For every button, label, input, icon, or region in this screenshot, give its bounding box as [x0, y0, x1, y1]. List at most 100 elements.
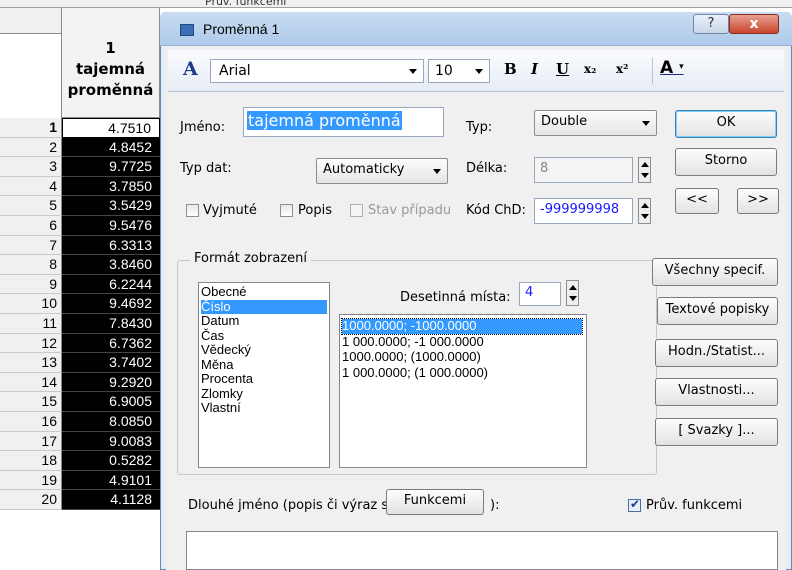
table-row[interactable]: 10 9.4692 — [0, 294, 160, 314]
font-name-select[interactable]: Arial — [210, 59, 424, 83]
table-row[interactable]: 9 6.2244 — [0, 274, 160, 295]
length-field[interactable]: 8 — [534, 157, 633, 183]
list-item[interactable]: Vědecký — [201, 342, 327, 358]
list-item[interactable]: 1 000.0000; -1 000.0000 — [342, 334, 582, 350]
prev-button[interactable]: << — [675, 188, 719, 214]
row-header[interactable]: 19 — [0, 470, 62, 491]
table-cell[interactable]: 9.5476 — [62, 216, 160, 236]
font-color-button[interactable]: A ▾ — [660, 58, 684, 78]
column-header[interactable]: 1 tajemná proměnná — [62, 8, 160, 118]
table-row[interactable]: 8 3.8460 — [0, 255, 160, 275]
help-button[interactable]: ? — [693, 14, 729, 34]
table-row[interactable]: 6 9.5476 — [0, 216, 160, 236]
table-cell[interactable]: 0.5282 — [62, 451, 160, 471]
all-specs-button[interactable]: Všechny specif. — [652, 258, 778, 286]
table-cell[interactable]: 3.5429 — [62, 196, 160, 216]
table-cell[interactable]: 8.0850 — [62, 412, 160, 432]
cancel-button[interactable]: Storno — [675, 148, 777, 176]
list-item[interactable]: Číslo — [201, 299, 327, 314]
row-header[interactable]: 15 — [0, 392, 62, 412]
table-cell[interactable]: 3.7850 — [62, 176, 160, 197]
row-header[interactable]: 8 — [0, 255, 62, 275]
table-row[interactable]: 20 4.1128 — [0, 490, 160, 510]
long-name-textarea[interactable] — [186, 531, 778, 570]
list-item[interactable]: Procenta — [201, 371, 327, 387]
table-row[interactable]: 12 6.7362 — [0, 333, 160, 354]
table-cell[interactable]: 6.7362 — [62, 333, 160, 354]
table-cell[interactable]: 6.3313 — [62, 235, 160, 256]
links-button[interactable]: [ Svazky ]... — [655, 418, 778, 446]
table-cell[interactable]: 9.0083 — [62, 431, 160, 452]
table-row[interactable]: 14 9.2920 — [0, 372, 160, 393]
table-cell[interactable]: 4.7510 — [62, 118, 160, 138]
ok-button[interactable]: OK — [675, 110, 777, 138]
row-header[interactable]: 16 — [0, 412, 62, 432]
row-header[interactable]: 12 — [0, 333, 62, 354]
subscript-button[interactable]: x₂ — [584, 62, 596, 76]
table-cell[interactable]: 9.2920 — [62, 372, 160, 393]
next-button[interactable]: >> — [737, 188, 779, 214]
table-row[interactable]: 19 4.9101 — [0, 470, 160, 491]
close-button[interactable]: x — [729, 14, 779, 34]
list-item[interactable]: Datum — [201, 313, 327, 329]
sheet-corner[interactable] — [0, 8, 62, 34]
table-row[interactable]: 16 8.0850 — [0, 412, 160, 432]
wizard-checkbox[interactable] — [628, 497, 641, 512]
list-item[interactable]: Zlomky — [201, 386, 327, 402]
table-cell[interactable]: 4.1128 — [62, 490, 160, 510]
table-row[interactable]: 2 4.8452 — [0, 137, 160, 158]
row-header[interactable]: 2 — [0, 137, 62, 158]
table-cell[interactable]: 9.7725 — [62, 157, 160, 177]
table-row[interactable]: 5 3.5429 — [0, 196, 160, 216]
table-row[interactable]: 7 6.3313 — [0, 235, 160, 256]
table-row[interactable]: 1 4.7510 — [0, 118, 160, 138]
excluded-checkbox[interactable] — [186, 204, 199, 217]
properties-button[interactable]: Vlastnosti... — [655, 378, 778, 406]
decimals-spinner[interactable] — [566, 280, 579, 306]
label-checkbox[interactable] — [280, 204, 293, 217]
row-header[interactable]: 11 — [0, 314, 62, 334]
table-cell[interactable]: 4.9101 — [62, 470, 160, 491]
table-row[interactable]: 13 3.7402 — [0, 353, 160, 373]
list-item[interactable]: Měna — [201, 357, 327, 373]
row-header[interactable]: 3 — [0, 157, 62, 177]
table-row[interactable]: 15 6.9005 — [0, 392, 160, 412]
table-cell[interactable]: 9.4692 — [62, 294, 160, 314]
type-select[interactable]: Double — [534, 110, 657, 136]
table-row[interactable]: 4 3.7850 — [0, 176, 160, 197]
functions-button[interactable]: Funkcemi — [386, 489, 484, 515]
table-cell[interactable]: 7.8430 — [62, 314, 160, 334]
format-category-list[interactable]: Obecné Číslo Datum Čas Vědecký Měna Procenta Zl… — [198, 282, 330, 468]
italic-button[interactable]: I — [531, 60, 538, 78]
table-cell[interactable]: 3.8460 — [62, 255, 160, 275]
table-row[interactable]: 17 9.0083 — [0, 431, 160, 452]
list-item[interactable]: 1 000.0000; (1 000.0000) — [342, 365, 582, 381]
row-header[interactable]: 17 — [0, 431, 62, 452]
list-item[interactable]: Obecné — [201, 284, 327, 300]
row-header[interactable]: 7 — [0, 235, 62, 256]
table-cell[interactable]: 6.9005 — [62, 392, 160, 412]
font-size-select[interactable]: 10 — [428, 59, 490, 83]
row-header[interactable]: 13 — [0, 353, 62, 373]
bold-button[interactable]: B — [504, 60, 517, 78]
text-labels-button[interactable]: Textové popisky — [657, 297, 778, 325]
superscript-button[interactable]: x² — [616, 62, 628, 76]
values-stats-button[interactable]: Hodn./Statist... — [655, 339, 778, 367]
list-item[interactable]: Vlastní — [201, 400, 327, 416]
format-list[interactable]: 1000.0000; -1000.0000 1 000.0000; -1 000.… — [339, 314, 587, 468]
row-header[interactable]: 4 — [0, 176, 62, 197]
list-item[interactable]: 1000.0000; -1000.0000 — [341, 318, 583, 335]
list-item[interactable]: 1000.0000; (1000.0000) — [342, 349, 582, 365]
row-header[interactable]: 14 — [0, 372, 62, 393]
md-code-field[interactable]: -999999998 — [534, 198, 633, 224]
table-cell[interactable]: 6.2244 — [62, 274, 160, 295]
table-row[interactable]: 11 7.8430 — [0, 314, 160, 334]
decimals-field[interactable]: 4 — [519, 282, 561, 306]
row-header[interactable]: 20 — [0, 490, 62, 510]
row-header[interactable]: 18 — [0, 451, 62, 471]
case-state-checkbox[interactable] — [350, 204, 363, 217]
row-header[interactable]: 6 — [0, 216, 62, 236]
row-header[interactable]: 5 — [0, 196, 62, 216]
md-code-spinner[interactable] — [638, 198, 651, 224]
list-item[interactable]: Čas — [201, 328, 327, 344]
